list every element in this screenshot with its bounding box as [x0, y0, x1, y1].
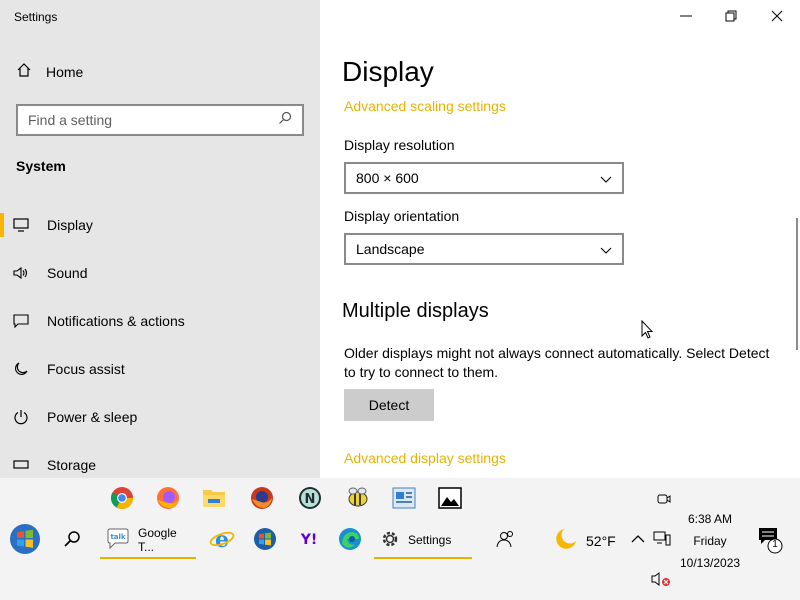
search-input[interactable] — [28, 112, 278, 128]
close-button[interactable] — [765, 8, 789, 24]
taskbar-app-label: Settings — [408, 533, 452, 547]
resolution-dropdown[interactable]: 800 × 600 — [344, 162, 624, 194]
multiple-displays-heading: Multiple displays — [342, 300, 489, 322]
app-title: Settings — [14, 10, 58, 24]
firefox-dark-icon[interactable] — [248, 484, 276, 512]
resolution-value: 800 × 600 — [356, 170, 419, 186]
speaker-muted-icon[interactable] — [648, 565, 676, 593]
sidebar-item-label: Storage — [47, 457, 97, 473]
power-icon — [0, 409, 47, 425]
svg-text:talk: talk — [110, 533, 125, 541]
speaker-icon — [0, 266, 47, 280]
svg-text:e: e — [215, 527, 229, 552]
resolution-label: Display resolution — [344, 137, 455, 153]
sidebar-item-label: Display — [47, 217, 93, 233]
svg-text:N: N — [305, 492, 316, 507]
home-icon — [16, 62, 32, 81]
sidebar-item-label: Notifications & actions — [47, 313, 185, 329]
n-icon[interactable]: N — [296, 484, 324, 512]
orientation-value: Landscape — [356, 241, 425, 257]
advanced-scaling-link[interactable]: Advanced scaling settings — [344, 98, 506, 114]
start-button[interactable] — [8, 522, 42, 556]
taskbar-app-label: Google T... — [138, 526, 177, 554]
advanced-display-link[interactable]: Advanced display settings — [344, 450, 506, 466]
sidebar-item-notifications[interactable]: Notifications & actions — [0, 301, 320, 341]
clock-time: 6:38 AM — [687, 512, 733, 526]
scrollbar[interactable] — [796, 218, 798, 350]
search-icon[interactable] — [58, 525, 86, 553]
home-link[interactable]: Home — [16, 62, 83, 81]
sidebar-item-sound[interactable]: Sound — [0, 253, 320, 293]
display-settings-pane: Display Advanced scaling settings Displa… — [320, 0, 800, 478]
search-icon[interactable] — [278, 111, 292, 130]
search-box[interactable] — [16, 104, 304, 136]
sidebar-item-label: Power & sleep — [47, 409, 138, 425]
mouse-cursor-icon — [641, 319, 654, 344]
chevron-down-icon — [600, 170, 612, 186]
moon-icon — [554, 527, 578, 554]
bee-icon[interactable] — [344, 484, 372, 512]
svg-text:Y!: Y! — [300, 532, 318, 548]
network-icon[interactable] — [648, 525, 676, 553]
orientation-label: Display orientation — [344, 208, 460, 224]
gear-icon — [380, 529, 400, 552]
message-icon — [0, 314, 47, 328]
clock-date: 10/13/2023 — [680, 556, 741, 570]
multiple-displays-description: Older displays might not always connect … — [344, 345, 770, 380]
people-icon[interactable] — [492, 525, 520, 553]
section-title: System — [16, 158, 66, 174]
drive-icon — [0, 460, 47, 470]
system-clock[interactable]: 6:38 AM Friday 10/13/2023 — [680, 508, 740, 574]
image-app-icon[interactable] — [390, 484, 418, 512]
firefox-icon[interactable] — [154, 484, 182, 512]
folder-icon[interactable] — [200, 484, 228, 512]
photo-icon[interactable] — [436, 484, 464, 512]
yahoo-icon[interactable]: Y! — [295, 525, 323, 553]
weather-widget[interactable]: 52°F — [554, 527, 616, 554]
minimize-button[interactable] — [674, 8, 698, 24]
action-center-icon[interactable]: 1 — [756, 526, 784, 554]
sidebar-item-label: Focus assist — [47, 361, 125, 377]
active-indicator — [374, 557, 472, 559]
sidebar-item-display[interactable]: Display — [0, 205, 320, 245]
sidebar-item-label: Sound — [47, 265, 88, 281]
detect-button[interactable]: Detect — [344, 389, 434, 421]
talk-icon: talk — [106, 528, 130, 553]
meet-now-icon[interactable] — [649, 485, 677, 513]
settings-sidebar: Settings Home System Display Sound Notif… — [0, 0, 320, 478]
home-label: Home — [46, 63, 84, 80]
taskbar-app-google-talk[interactable]: talk Google T... — [100, 521, 196, 559]
notification-count-badge: 1 — [772, 539, 778, 550]
weather-temperature: 52°F — [586, 532, 616, 549]
active-indicator — [100, 557, 196, 559]
page-title: Display — [342, 56, 434, 87]
chrome-icon[interactable] — [108, 484, 136, 512]
sidebar-item-power-sleep[interactable]: Power & sleep — [0, 397, 320, 437]
edge-icon[interactable] — [336, 525, 364, 553]
orientation-dropdown[interactable]: Landscape — [344, 233, 624, 265]
sidebar-item-focus-assist[interactable]: Focus assist — [0, 349, 320, 389]
chevron-down-icon — [600, 241, 612, 257]
windows-logo-icon[interactable] — [251, 525, 279, 553]
moon-icon — [0, 361, 47, 377]
taskbar-app-settings[interactable]: Settings — [374, 521, 472, 559]
monitor-icon — [0, 218, 47, 232]
internet-explorer-icon[interactable]: e — [208, 525, 236, 553]
clock-day: Friday — [693, 534, 727, 548]
maximize-button[interactable] — [719, 8, 743, 24]
